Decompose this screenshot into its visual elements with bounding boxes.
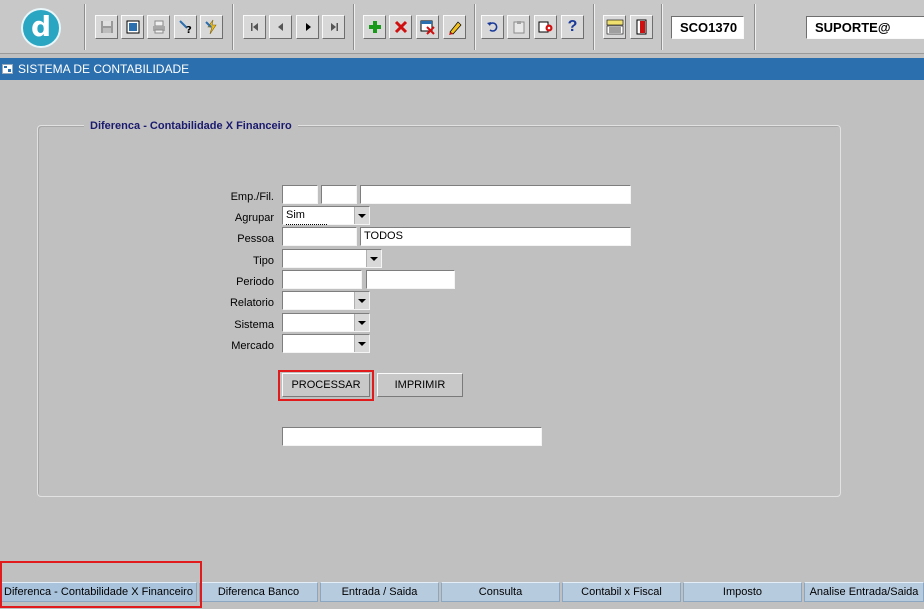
relatorio-select[interactable] <box>282 291 370 310</box>
chevron-down-icon[interactable] <box>366 250 381 267</box>
clipboard-icon[interactable] <box>507 15 530 39</box>
sistema-label: Sistema <box>234 319 274 331</box>
settings-icon[interactable] <box>534 15 557 39</box>
user-field: SUPORTE@ <box>806 16 924 39</box>
window-title: SISTEMA DE CONTABILIDADE <box>18 62 190 76</box>
tab-diferenca-contabilidade[interactable]: Diferenca - Contabilidade X Financeiro <box>0 582 197 602</box>
svg-text:?: ? <box>186 25 192 35</box>
first-record-icon[interactable] <box>243 15 266 39</box>
menu-icon[interactable] <box>603 15 626 39</box>
tab-consulta[interactable]: Consulta <box>441 582 560 602</box>
insert-record-icon[interactable] <box>363 15 386 39</box>
tab-contabil-fiscal[interactable]: Contabil x Fiscal <box>562 582 681 602</box>
window-icon[interactable] <box>121 15 144 39</box>
emp-input[interactable] <box>282 185 318 204</box>
emp-fil-label: Emp./Fil. <box>230 191 274 203</box>
undo-icon[interactable] <box>481 15 504 39</box>
tab-bar: Diferenca - Contabilidade X Financeiro D… <box>0 582 924 602</box>
edit-icon[interactable] <box>443 15 466 39</box>
logo-letter: d <box>30 9 52 43</box>
toolbar-separator <box>593 4 595 50</box>
module-code: SCO1370 <box>671 16 744 39</box>
periodo-end-input[interactable] <box>366 270 455 289</box>
window-menu-icon[interactable] <box>2 64 13 74</box>
status-field <box>282 427 542 446</box>
toolbar-separator <box>661 4 663 50</box>
sistema-select[interactable] <box>282 313 370 332</box>
emp-name-input[interactable] <box>360 185 631 204</box>
periodo-label: Periodo <box>236 276 274 288</box>
app-logo: d <box>21 8 61 48</box>
pessoa-name-input[interactable]: TODOS <box>360 227 631 246</box>
section-title: Diferenca - Contabilidade X Financeiro <box>84 119 298 133</box>
toolbar-separator <box>232 4 234 50</box>
toolbar-separator <box>353 4 355 50</box>
toolbar: d ? ? SCO1370 SUPORTE@ <box>0 0 924 54</box>
exit-icon[interactable] <box>630 15 653 39</box>
tipo-select[interactable] <box>282 249 382 268</box>
next-record-icon[interactable] <box>296 15 319 39</box>
chevron-down-icon[interactable] <box>354 314 369 331</box>
periodo-start-input[interactable] <box>282 270 362 289</box>
tab-entrada-saida[interactable]: Entrada / Saida <box>320 582 439 602</box>
tab-diferenca-banco[interactable]: Diferenca Banco <box>199 582 318 602</box>
relatorio-label: Relatorio <box>229 297 274 309</box>
agrupar-value: Sim <box>286 207 327 225</box>
chevron-down-icon[interactable] <box>354 292 369 309</box>
clear-record-icon[interactable] <box>416 15 439 39</box>
tab-imposto[interactable]: Imposto <box>683 582 802 602</box>
mercado-select[interactable] <box>282 334 370 353</box>
agrupar-label: Agrupar <box>234 212 274 224</box>
mercado-label: Mercado <box>231 340 274 352</box>
fil-input[interactable] <box>321 185 357 204</box>
imprimir-button[interactable]: IMPRIMIR <box>377 373 463 397</box>
print-icon[interactable] <box>147 15 170 39</box>
toolbar-separator <box>754 4 756 50</box>
processar-button[interactable]: PROCESSAR <box>282 373 370 397</box>
tab-analise-entrada-saida[interactable]: Analise Entrada/Saida <box>804 582 924 602</box>
pessoa-label: Pessoa <box>237 233 274 245</box>
tipo-label: Tipo <box>253 255 274 267</box>
toolbar-separator <box>84 4 86 50</box>
save-icon[interactable] <box>95 15 118 39</box>
delete-record-icon[interactable] <box>389 15 412 39</box>
chevron-down-icon[interactable] <box>354 207 369 224</box>
toolbar-separator <box>474 4 476 50</box>
query-icon[interactable]: ? <box>174 15 197 39</box>
previous-record-icon[interactable] <box>269 15 292 39</box>
chevron-down-icon[interactable] <box>354 335 369 352</box>
execute-query-icon[interactable] <box>200 15 223 39</box>
agrupar-select[interactable]: Sim <box>282 206 370 225</box>
pessoa-code-input[interactable] <box>282 227 357 246</box>
last-record-icon[interactable] <box>322 15 345 39</box>
help-icon[interactable]: ? <box>561 15 584 39</box>
window-title-bar: SISTEMA DE CONTABILIDADE <box>0 58 924 80</box>
